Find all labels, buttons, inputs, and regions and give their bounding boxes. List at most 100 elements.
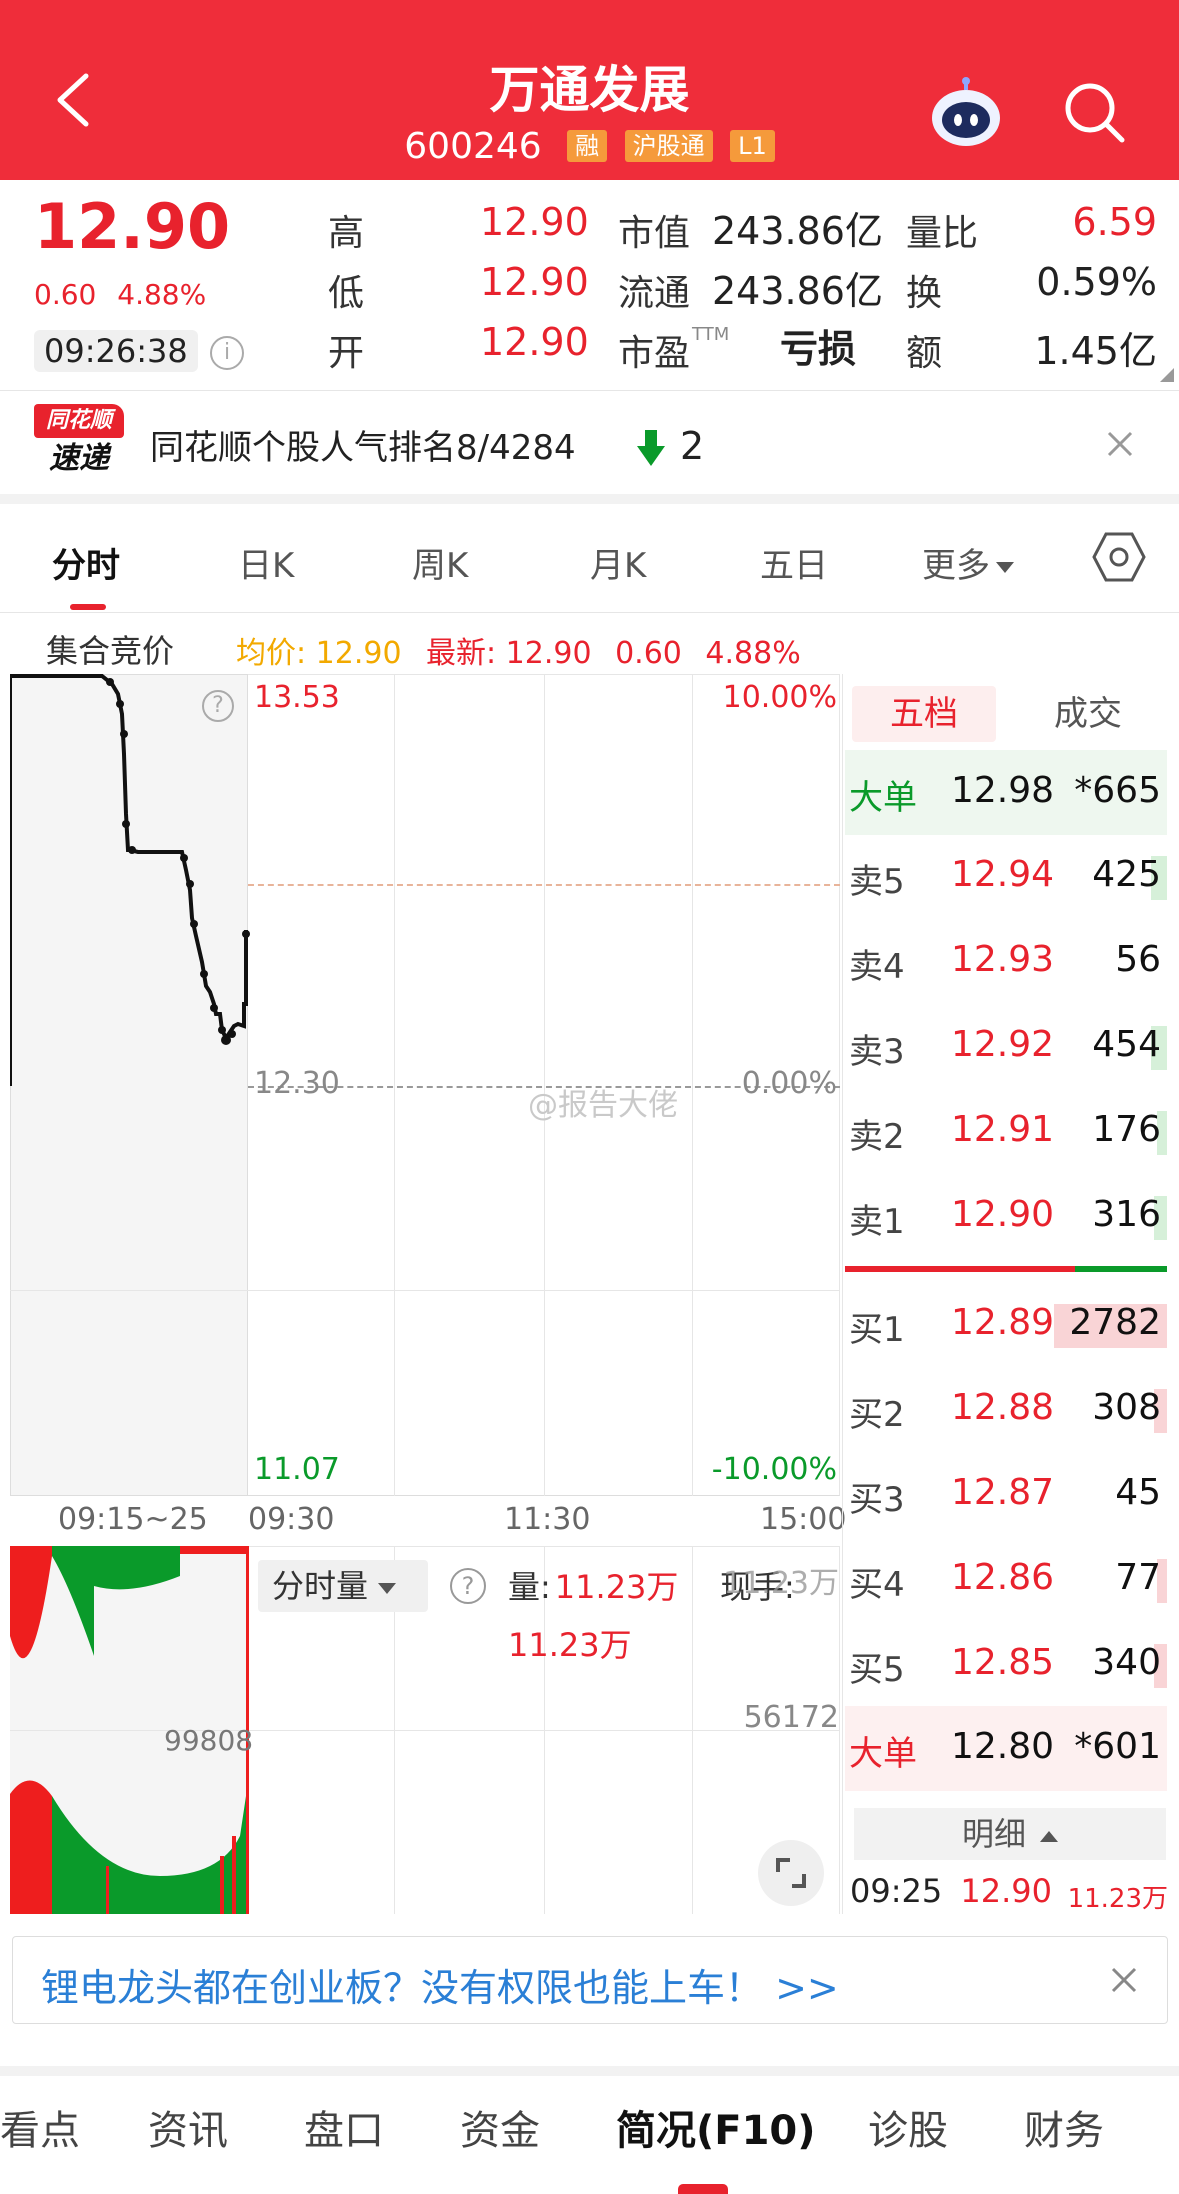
hk-connect-tag: 沪股通 — [624, 130, 713, 162]
help-icon[interactable]: ? — [450, 1568, 486, 1604]
avg-price-legend: 均价: 12.90 — [236, 636, 402, 671]
tab-weekly-k[interactable]: 周K — [412, 538, 468, 587]
logo-bottom: 速递 — [49, 441, 109, 476]
sell-price: 12.92 — [951, 1024, 1055, 1065]
popularity-rank-text: 同花顺个股人气排名8/4284 — [150, 428, 576, 468]
volume-ratio-label: 量比 — [906, 213, 979, 254]
time-axis-end: 15:00 — [760, 1502, 847, 1537]
info-icon[interactable]: i — [210, 336, 244, 370]
tab-intraday[interactable]: 分时 — [52, 538, 120, 587]
sell-level-row[interactable]: 卖5 12.94 425 — [845, 834, 1167, 919]
fullscreen-button[interactable] — [758, 1840, 824, 1906]
nav-capital-flow[interactable]: 资金 — [460, 2098, 540, 2156]
buy-label: 买2 — [849, 1395, 905, 1435]
tab-daily-k[interactable]: 日K — [238, 538, 294, 587]
sell-level-row[interactable]: 卖4 12.93 56 — [845, 919, 1167, 1004]
pe-ttm-superscript: TTM — [692, 324, 730, 345]
sell-price: 12.91 — [951, 1109, 1055, 1150]
turnover-label: 换 — [906, 273, 943, 314]
promo-banner[interactable]: 锂电龙头都在创业板？没有权限也能上车！ >> — [12, 1936, 1168, 2024]
auction-volume-mark: 99808 — [164, 1724, 254, 1757]
buy-label: 买4 — [849, 1565, 905, 1605]
search-icon[interactable] — [1062, 80, 1128, 146]
volume-reading: 量: 11.23万 — [508, 1562, 678, 1608]
nav-diagnosis[interactable]: 诊股 — [868, 2098, 948, 2156]
grid-vline — [692, 674, 693, 1496]
robot-assistant-icon[interactable] — [928, 76, 1004, 152]
buy-level-row[interactable]: 买2 12.88 308 — [845, 1367, 1167, 1452]
volume-type-dropdown[interactable]: 分时量 — [258, 1560, 428, 1612]
buy-level-row[interactable]: 买4 12.86 77 — [845, 1537, 1167, 1622]
float-cap-label: 流通 — [618, 273, 691, 314]
time-axis-start: 09:30 — [248, 1502, 335, 1537]
detail-toggle[interactable]: 明细 — [854, 1808, 1166, 1860]
amount-label: 额 — [906, 333, 943, 374]
latest-change-pct: 4.88% — [705, 636, 801, 671]
buy-price: 12.87 — [951, 1472, 1055, 1513]
latest-change: 0.60 — [615, 636, 682, 671]
volume-label: 量: — [508, 1568, 551, 1606]
grid-hline — [10, 1290, 840, 1291]
upper-dashed-line — [248, 884, 840, 886]
buy-price: 12.86 — [951, 1557, 1055, 1598]
buy-vol: 340 — [1092, 1642, 1161, 1683]
divider — [0, 612, 1179, 613]
open-value: 12.90 — [480, 320, 589, 364]
current-hand-value: 11.23万 — [508, 1626, 632, 1664]
sell-level-row[interactable]: 卖1 12.90 316 — [845, 1174, 1167, 1259]
change-amount: 0.60 — [34, 278, 97, 311]
sell-price: 12.90 — [951, 1194, 1055, 1235]
detail-time: 09:25 — [850, 1872, 943, 1910]
dropdown-label: 分时量 — [272, 1567, 369, 1605]
tab-five-day[interactable]: 五日 — [760, 538, 828, 587]
caret-up-icon — [1040, 1830, 1058, 1842]
nav-market-depth[interactable]: 盘口 — [304, 2098, 384, 2156]
current-price: 12.90 — [34, 190, 231, 263]
vol-axis-mid: 56172 — [743, 1700, 839, 1735]
buy-label: 买1 — [849, 1310, 905, 1350]
nav-highlights[interactable]: 看点 — [0, 2098, 80, 2156]
buy-vol: 77 — [1115, 1557, 1161, 1598]
buy-level-row[interactable]: 买1 12.89 2782 — [845, 1282, 1167, 1367]
buy-label: 买5 — [849, 1650, 905, 1690]
section-gap — [0, 2066, 1179, 2076]
pct-axis-bottom: -10.00% — [711, 1452, 837, 1487]
grid-vline — [394, 674, 395, 1496]
y-axis-top: 13.53 — [254, 680, 340, 715]
sell-vol: 425 — [1092, 854, 1161, 895]
logo-top: 同花顺 — [34, 404, 124, 438]
nav-f10-profile[interactable]: 简况(F10) — [616, 2098, 816, 2156]
caret-down-icon — [996, 562, 1014, 573]
nav-active-indicator — [678, 2184, 728, 2194]
buy-price: 12.89 — [951, 1302, 1055, 1343]
pe-value: 亏损 — [780, 327, 857, 371]
sell-level-row[interactable]: 卖2 12.91 176 — [845, 1089, 1167, 1174]
auction-label: 集合竞价 — [46, 632, 175, 670]
detail-label: 明细 — [961, 1815, 1026, 1853]
settings-hexagon-icon[interactable] — [1092, 530, 1146, 584]
nav-financials[interactable]: 财务 — [1024, 2098, 1104, 2156]
tab-more[interactable]: 更多 — [922, 538, 1014, 587]
buy-price: 12.88 — [951, 1387, 1055, 1428]
expand-corner-icon[interactable] — [1160, 368, 1174, 382]
tab-five-levels[interactable]: 五档 — [852, 686, 996, 742]
buy-label: 买3 — [849, 1480, 905, 1520]
detail-vol: 11.23万 — [1067, 1884, 1168, 1914]
nav-news[interactable]: 资讯 — [148, 2098, 228, 2156]
high-label: 高 — [328, 213, 365, 254]
watermark: @报告大佬 — [528, 1088, 678, 1123]
buy-level-row[interactable]: 买5 12.85 340 — [845, 1622, 1167, 1707]
rank-change-value: 2 — [680, 424, 705, 468]
vol-axis-top: 11.23万 — [723, 1566, 839, 1601]
buy-level-row[interactable]: 买3 12.87 45 — [845, 1452, 1167, 1537]
order-book-divider — [842, 674, 843, 1914]
big-buy-price: 12.80 — [951, 1726, 1055, 1767]
tab-monthly-k[interactable]: 月K — [590, 538, 646, 587]
close-icon[interactable] — [1104, 428, 1136, 460]
big-sell-order-row: 大单 12.98 *665 — [845, 750, 1167, 835]
sell-label: 卖3 — [849, 1032, 905, 1072]
sell-label: 卖2 — [849, 1117, 905, 1157]
sell-level-row[interactable]: 卖3 12.92 454 — [845, 1004, 1167, 1089]
tab-trades[interactable]: 成交 — [1054, 686, 1122, 742]
close-icon[interactable] — [1109, 1965, 1139, 1995]
